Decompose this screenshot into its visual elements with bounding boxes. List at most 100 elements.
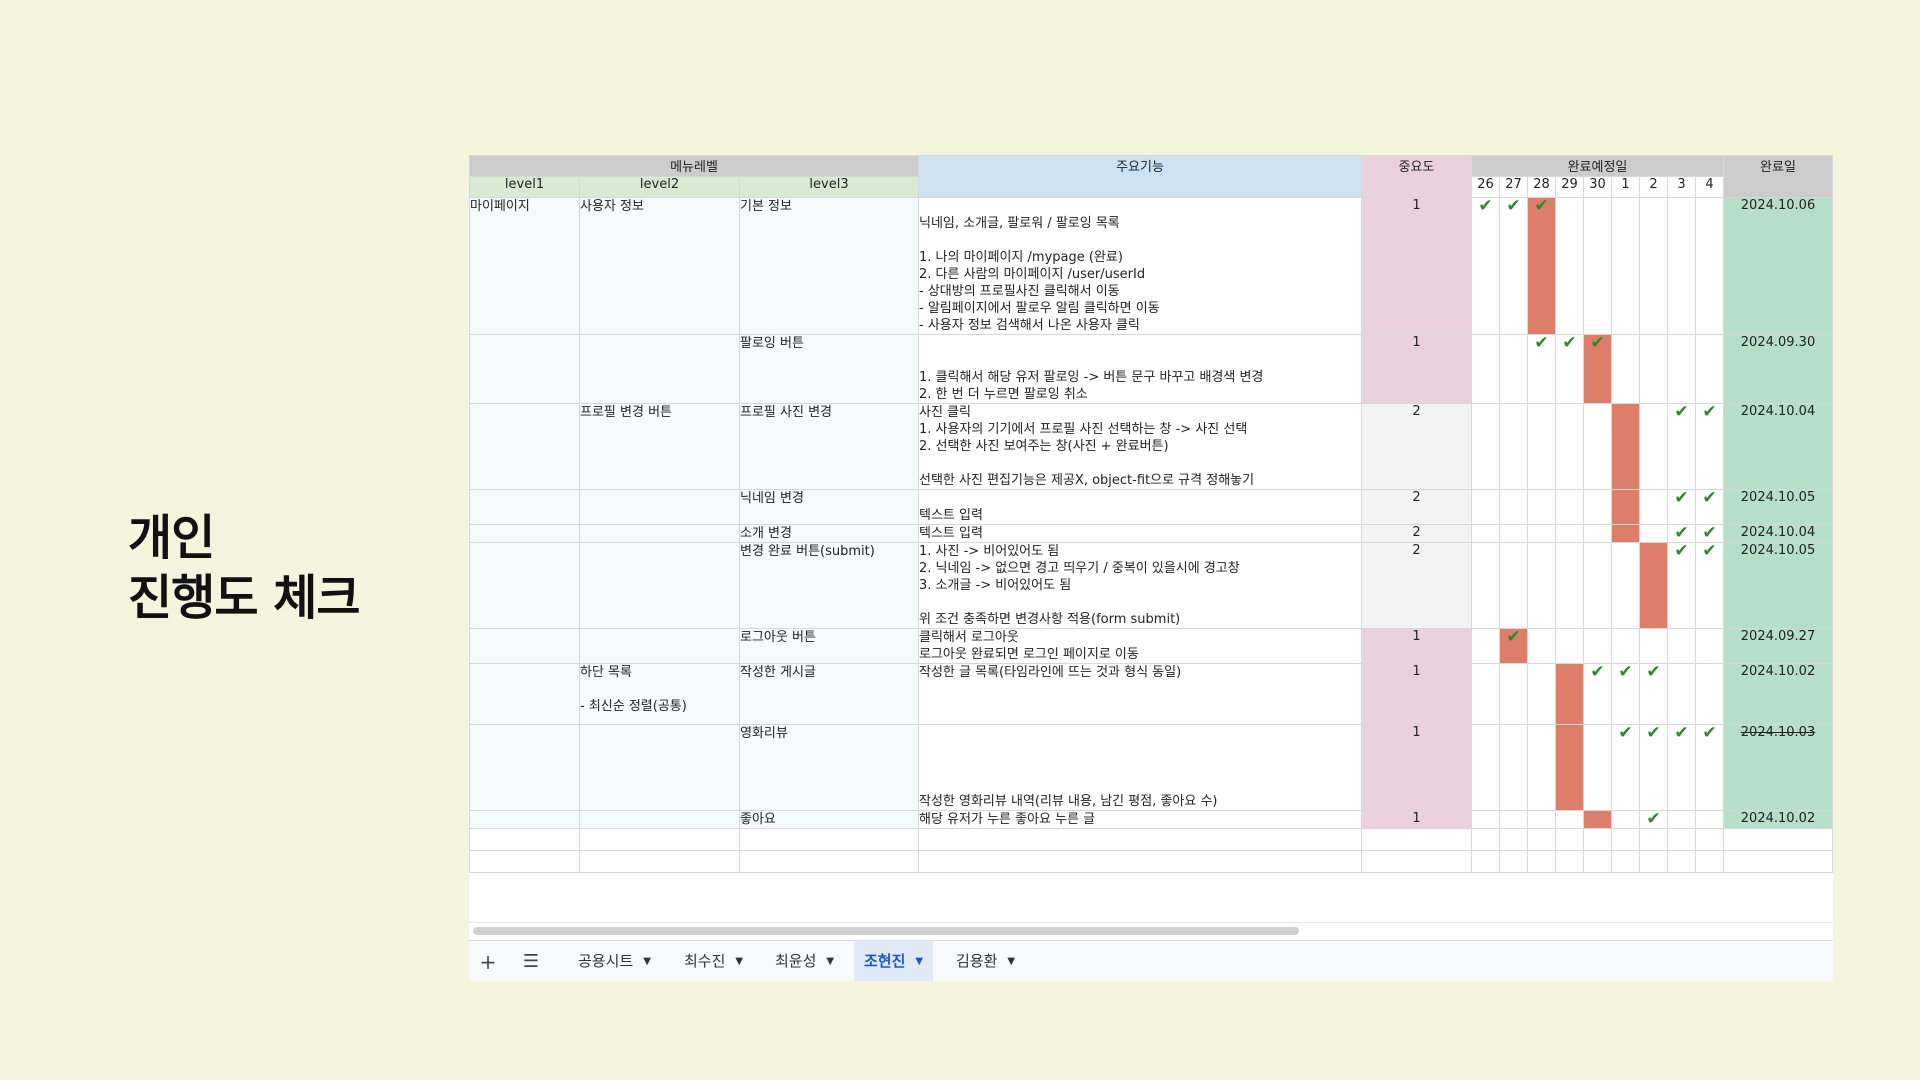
cell-feature[interactable]: 닉네임, 소개글, 팔로워 / 팔로잉 목록 1. 나의 마이페이지 /mypa… <box>918 197 1362 335</box>
header-planned-dates[interactable]: 완료예정일 <box>1471 155 1724 177</box>
gantt-day-cell[interactable] <box>1527 810 1556 829</box>
gantt-day-cell[interactable]: ✔ <box>1471 197 1500 335</box>
header-day[interactable]: 28 <box>1527 176 1556 198</box>
gantt-day-cell[interactable] <box>1555 542 1584 629</box>
gantt-day-cell[interactable] <box>1499 663 1528 725</box>
gantt-day-cell[interactable] <box>1555 197 1584 335</box>
caret-down-icon[interactable]: ▼ <box>735 956 743 967</box>
header-day[interactable]: 1 <box>1611 176 1640 198</box>
header-level1[interactable]: level1 <box>469 176 580 198</box>
empty-cell[interactable] <box>1555 850 1584 873</box>
gantt-day-cell[interactable]: ✔ <box>1667 524 1696 543</box>
cell-level2[interactable] <box>579 542 740 629</box>
cell-feature[interactable]: 해당 유저가 누른 좋아요 누른 글 <box>918 810 1362 829</box>
empty-cell[interactable] <box>1639 828 1668 851</box>
cell-level1[interactable] <box>469 663 580 725</box>
cell-feature[interactable]: 1. 클릭해서 해당 유저 팔로잉 -> 버튼 문구 바꾸고 배경색 변경 2.… <box>918 334 1362 404</box>
cell-level3[interactable]: 닉네임 변경 <box>739 489 919 525</box>
cell-level1[interactable] <box>469 724 580 811</box>
cell-level3[interactable]: 영화리뷰 <box>739 724 919 811</box>
cell-completed-date[interactable]: 2024.10.03 <box>1723 724 1833 811</box>
empty-cell[interactable] <box>1667 850 1696 873</box>
gantt-day-cell[interactable] <box>1471 663 1500 725</box>
gantt-day-cell[interactable] <box>1527 403 1556 490</box>
gantt-day-cell[interactable] <box>1667 628 1696 664</box>
header-day[interactable]: 26 <box>1471 176 1500 198</box>
cell-completed-date[interactable]: 2024.10.05 <box>1723 542 1833 629</box>
cell-importance[interactable]: 1 <box>1361 724 1472 811</box>
gantt-day-cell[interactable] <box>1471 334 1500 404</box>
cell-level2[interactable]: 사용자 정보 <box>579 197 740 335</box>
cell-feature[interactable]: 텍스트 입력 <box>918 524 1362 543</box>
header-day[interactable]: 3 <box>1667 176 1696 198</box>
empty-cell[interactable] <box>739 828 919 851</box>
gantt-day-cell[interactable] <box>1527 542 1556 629</box>
gantt-day-cell[interactable] <box>1639 524 1668 543</box>
empty-cell[interactable] <box>1667 828 1696 851</box>
empty-cell[interactable] <box>1555 828 1584 851</box>
gantt-day-cell[interactable] <box>1667 663 1696 725</box>
gantt-day-cell[interactable] <box>1583 197 1612 335</box>
gantt-day-cell[interactable] <box>1695 334 1724 404</box>
gantt-day-cell[interactable]: ✔ <box>1639 810 1668 829</box>
caret-down-icon[interactable]: ▼ <box>915 956 923 967</box>
gantt-day-cell[interactable] <box>1499 403 1528 490</box>
gantt-day-cell[interactable]: ✔ <box>1667 403 1696 490</box>
cell-level2[interactable] <box>579 628 740 664</box>
gantt-day-cell[interactable]: ✔ <box>1611 663 1640 725</box>
gantt-day-cell[interactable]: ✔ <box>1667 542 1696 629</box>
gantt-day-cell[interactable] <box>1527 524 1556 543</box>
header-day[interactable]: 2 <box>1639 176 1668 198</box>
gantt-day-cell[interactable]: ✔ <box>1667 724 1696 811</box>
gantt-day-cell[interactable]: ✔ <box>1695 724 1724 811</box>
gantt-bar-cell[interactable]: ✔ <box>1527 197 1556 335</box>
empty-cell[interactable] <box>1471 828 1500 851</box>
cell-feature[interactable]: 텍스트 입력 <box>918 489 1362 525</box>
cell-feature[interactable]: 1. 사진 -> 비어있어도 됨 2. 닉네임 -> 없으면 경고 띄우기 / … <box>918 542 1362 629</box>
cell-level3[interactable]: 로그아웃 버튼 <box>739 628 919 664</box>
cell-level2[interactable] <box>579 724 740 811</box>
empty-cell[interactable] <box>1499 828 1528 851</box>
gantt-bar-cell[interactable]: ✔ <box>1499 628 1528 664</box>
gantt-day-cell[interactable] <box>1499 542 1528 629</box>
cell-level2[interactable] <box>579 810 740 829</box>
gantt-day-cell[interactable] <box>1471 403 1500 490</box>
cell-level2[interactable] <box>579 524 740 543</box>
gantt-day-cell[interactable] <box>1499 724 1528 811</box>
empty-cell[interactable] <box>1723 850 1833 873</box>
header-main-features[interactable]: 주요기능 <box>918 155 1362 198</box>
gantt-day-cell[interactable] <box>1499 524 1528 543</box>
menu-icon[interactable]: ☰ <box>520 951 542 973</box>
gantt-day-cell[interactable] <box>1639 197 1668 335</box>
empty-cell[interactable] <box>1361 850 1472 873</box>
gantt-day-cell[interactable]: ✔ <box>1695 542 1724 629</box>
cell-completed-date[interactable]: 2024.10.04 <box>1723 403 1833 490</box>
cell-level3[interactable]: 작성한 게시글 <box>739 663 919 725</box>
empty-cell[interactable] <box>1361 828 1472 851</box>
gantt-day-cell[interactable] <box>1471 524 1500 543</box>
header-menu-level[interactable]: 메뉴레벨 <box>469 155 919 177</box>
cell-importance[interactable]: 1 <box>1361 810 1472 829</box>
gantt-day-cell[interactable] <box>1527 489 1556 525</box>
cell-importance[interactable]: 1 <box>1361 663 1472 725</box>
empty-cell[interactable] <box>469 850 580 873</box>
empty-cell[interactable] <box>1471 850 1500 873</box>
cell-feature[interactable]: 작성한 글 목록(타임라인에 뜨는 것과 형식 동일) <box>918 663 1362 725</box>
cell-completed-date[interactable]: 2024.10.02 <box>1723 663 1833 725</box>
gantt-day-cell[interactable] <box>1695 810 1724 829</box>
cell-feature[interactable]: 사진 클릭 1. 사용자의 기기에서 프로필 사진 선택하는 창 -> 사진 선… <box>918 403 1362 490</box>
empty-cell[interactable] <box>1583 850 1612 873</box>
empty-cell[interactable] <box>579 828 740 851</box>
gantt-day-cell[interactable] <box>1499 810 1528 829</box>
gantt-bar-cell[interactable] <box>1639 542 1668 629</box>
gantt-day-cell[interactable] <box>1527 628 1556 664</box>
empty-cell[interactable] <box>1695 850 1724 873</box>
cell-importance[interactable]: 2 <box>1361 524 1472 543</box>
gantt-day-cell[interactable]: ✔ <box>1583 663 1612 725</box>
empty-cell[interactable] <box>739 850 919 873</box>
sheet-tab[interactable]: 조현진 ▼ <box>854 941 934 981</box>
gantt-day-cell[interactable] <box>1583 724 1612 811</box>
gantt-day-cell[interactable] <box>1695 628 1724 664</box>
cell-level3[interactable]: 팔로잉 버튼 <box>739 334 919 404</box>
cell-completed-date[interactable]: 2024.10.04 <box>1723 524 1833 543</box>
